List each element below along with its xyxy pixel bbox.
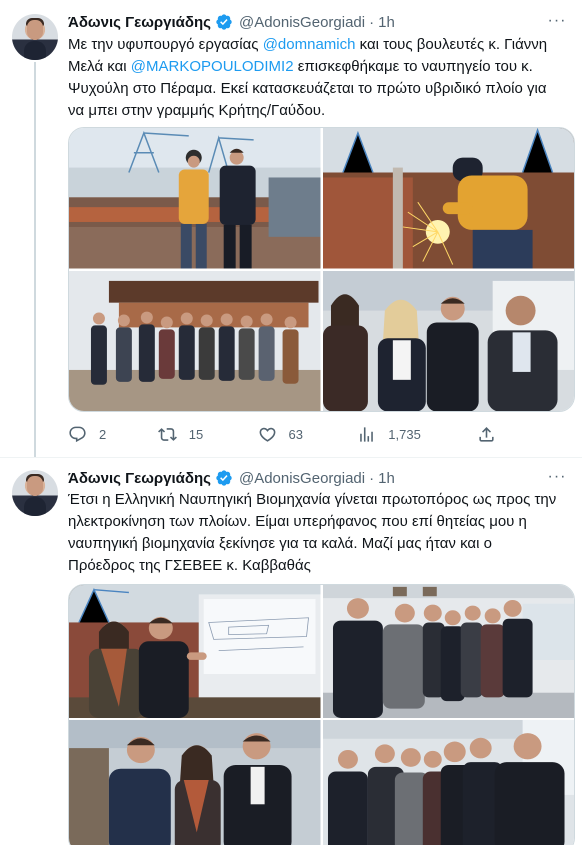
reply-button[interactable]: 2 — [68, 425, 158, 444]
more-dots-icon[interactable]: ··· — [546, 469, 568, 490]
author-avatar[interactable] — [12, 470, 58, 516]
author-handle[interactable]: @AdonisGeorgiadi — [239, 470, 365, 487]
photo-office-group[interactable] — [322, 585, 574, 718]
photo-office-group-closeup[interactable] — [322, 720, 574, 845]
tweet-text: Με την υφυπουργό εργασίας @domnamich και… — [68, 34, 572, 122]
tweet-1[interactable]: Άδωνις Γεωργιάδης @AdonisGeorgiadi · 1h … — [0, 0, 582, 457]
mention-link[interactable]: @domnamich — [263, 36, 356, 53]
reply-count: 2 — [99, 426, 107, 442]
views-count: 1,735 — [388, 426, 421, 442]
tweet-media-grid[interactable] — [68, 584, 575, 845]
photo-three-people-closeup[interactable] — [69, 720, 321, 845]
verified-badge-icon — [216, 470, 232, 486]
photo-welder-sparks[interactable] — [322, 128, 574, 269]
tweet-timestamp[interactable]: 1h — [378, 470, 395, 487]
retweet-count: 15 — [188, 426, 204, 442]
tweet-timestamp[interactable]: 1h — [378, 14, 395, 31]
views-chart-icon — [360, 426, 374, 442]
author-name[interactable]: Άδωνις Γεωργιάδης — [68, 470, 211, 487]
photo-blueprint-presentation[interactable] — [69, 585, 321, 718]
retweet-icon — [157, 427, 177, 441]
more-dots-icon[interactable]: ··· — [546, 13, 568, 34]
tweet-actions: 2 15 63 1,735 — [68, 422, 508, 446]
tweet-2[interactable]: Άδωνις Γεωργιάδης @AdonisGeorgiadi · 1h … — [0, 457, 582, 845]
share-icon — [479, 426, 494, 442]
photo-group-at-ship-hull[interactable] — [69, 270, 321, 411]
author-name[interactable]: Άδωνις Γεωργιάδης — [68, 14, 211, 31]
share-button[interactable] — [477, 425, 508, 444]
views-button[interactable]: 1,735 — [357, 425, 477, 444]
tweet-header: Άδωνις Γεωργιάδης @AdonisGeorgiadi · 1h — [68, 468, 395, 488]
author-handle[interactable]: @AdonisGeorgiadi — [239, 14, 365, 31]
tweet-header: Άδωνις Γεωργιάδης @AdonisGeorgiadi · 1h — [68, 12, 395, 32]
tweet-media-grid[interactable] — [68, 127, 575, 412]
like-count: 63 — [288, 426, 303, 442]
photo-four-people-smiling[interactable] — [322, 270, 574, 411]
separator-dot: · — [369, 13, 375, 31]
separator-dot: · — [369, 469, 375, 487]
heart-icon — [259, 427, 275, 442]
reply-icon — [69, 426, 86, 442]
like-button[interactable]: 63 — [258, 425, 358, 444]
tweet-text-segment: Έτσι η Ελληνική Ναυπηγική Βιομηχανία γίν… — [68, 491, 557, 574]
photo-shipyard-two-men[interactable] — [69, 128, 321, 269]
author-avatar[interactable] — [12, 14, 58, 60]
tweet-text-segment: Με την υφυπουργό εργασίας — [68, 36, 263, 53]
mention-link[interactable]: @MARKOPOULODIMI2 — [131, 58, 294, 75]
thread-connector-line — [34, 62, 36, 457]
verified-badge-icon — [216, 14, 232, 30]
retweet-button[interactable]: 15 — [157, 425, 258, 444]
tweet-text: Έτσι η Ελληνική Ναυπηγική Βιομηχανία γίν… — [68, 489, 572, 577]
